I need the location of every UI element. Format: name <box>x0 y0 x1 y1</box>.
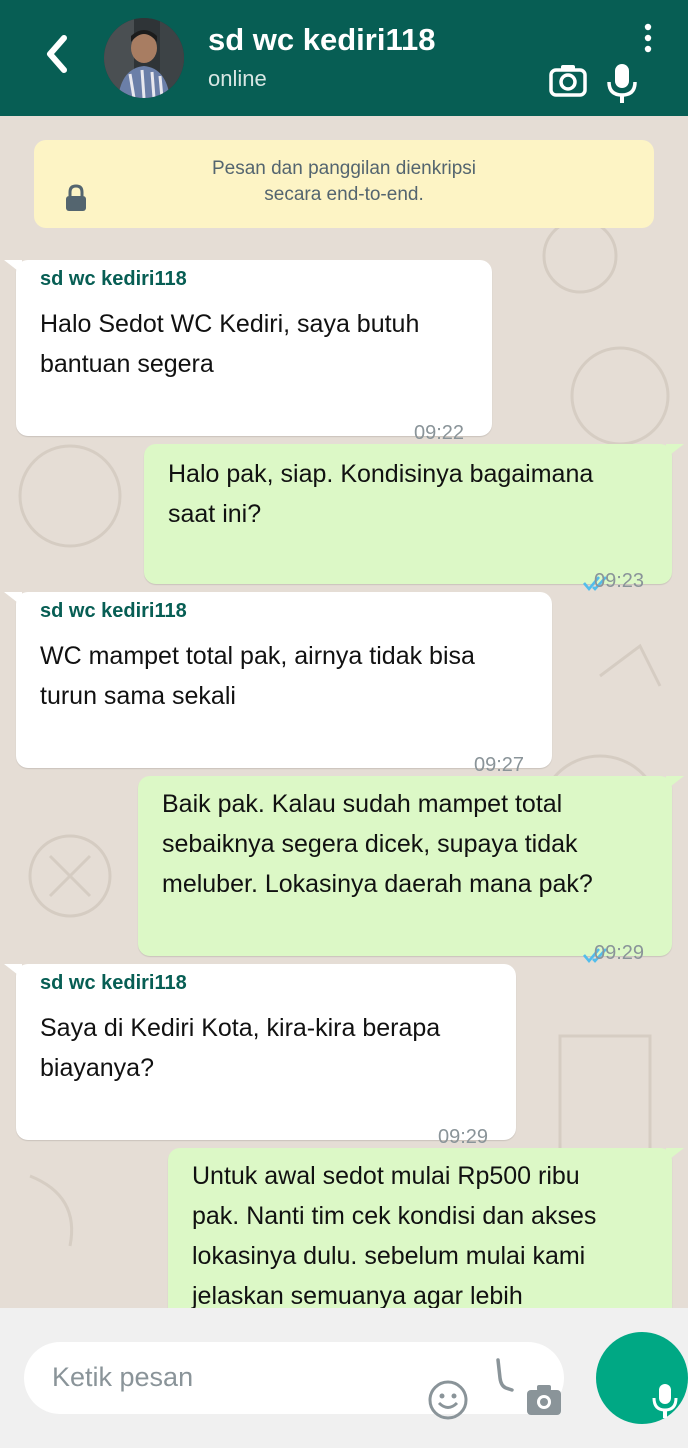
message-bubble-incoming[interactable]: sd wc kediri118 WC mampet total pak, air… <box>4 592 552 776</box>
bubble-tail <box>666 444 684 458</box>
message-text: Halo Sedot WC Kediri, saya butuh bantuan… <box>40 304 419 384</box>
voice-button[interactable] <box>604 62 640 104</box>
message-line: Halo Sedot WC Kediri, saya butuh <box>40 310 420 338</box>
message-line: lokasinya dulu. sebelum mulai kami <box>192 1242 586 1270</box>
message-time: 09:27 <box>474 754 525 776</box>
message-line: Untuk awal sedot mulai Rp500 ribu <box>192 1162 580 1190</box>
voice-record-button[interactable] <box>596 1332 688 1424</box>
message-text: Halo pak, siap. Kondisinya bagaimana saa… <box>168 454 593 534</box>
bubble-tail <box>4 260 22 274</box>
avatar-image <box>104 18 184 98</box>
mic-icon <box>652 1384 678 1418</box>
message-line: Saya di Kediri Kota, kira-kira berapa <box>40 1014 441 1042</box>
paperclip-icon <box>496 1358 514 1392</box>
message-input[interactable]: Ketik pesan <box>24 1342 564 1420</box>
attach-button[interactable] <box>492 1356 516 1398</box>
encryption-notice-line1: Pesan dan panggilan dienkripsi <box>211 158 477 179</box>
bubble-tail <box>666 776 684 790</box>
more-options-button[interactable] <box>638 22 658 54</box>
message-line: bantuan segera <box>40 350 214 378</box>
encryption-notice[interactable]: Pesan dan panggilan dienkripsi secara en… <box>34 140 654 228</box>
message-bubble-incoming[interactable]: sd wc kediri118 Saya di Kediri Kota, kir… <box>4 964 516 1148</box>
message-line: jelaskan semuanya agar lebih <box>192 1282 523 1308</box>
message-time: 09:29 <box>594 942 645 964</box>
message-line: sebaiknya segera dicek, supaya tidak <box>162 830 578 858</box>
message-bubble-outgoing[interactable]: Baik pak. Kalau sudah mampet total sebai… <box>138 776 684 964</box>
message-bubble-outgoing[interactable]: Halo pak, siap. Kondisinya bagaimana saa… <box>144 444 684 592</box>
message-line: pak. Nanti tim cek kondisi dan akses <box>192 1202 597 1230</box>
message-input-placeholder: Ketik pesan <box>52 1362 194 1392</box>
input-bar: Ketik pesan <box>0 1308 688 1448</box>
message-text: Untuk awal sedot mulai Rp500 ribu pak. N… <box>192 1156 596 1308</box>
message-line: saat ini? <box>168 500 262 528</box>
more-vert-icon <box>644 23 652 53</box>
lock-icon <box>66 184 86 211</box>
message-text: Saya di Kediri Kota, kira-kira berapa bi… <box>40 1008 440 1088</box>
contact-status: online <box>208 66 267 91</box>
message-bubble-incoming[interactable]: sd wc kediri118 Halo Sedot WC Kediri, sa… <box>4 260 492 444</box>
message-bubble-outgoing[interactable]: Untuk awal sedot mulai Rp500 ribu pak. N… <box>168 1148 684 1308</box>
message-time: 09:23 <box>594 570 645 592</box>
camera-icon <box>549 65 587 97</box>
bubble-tail <box>666 1148 684 1162</box>
message-sender: sd wc kediri118 <box>40 600 187 622</box>
message-line: WC mampet total pak, airnya tidak bisa <box>40 642 475 670</box>
emoji-button[interactable] <box>426 1378 470 1422</box>
input-camera-button[interactable] <box>524 1382 564 1418</box>
encryption-notice-line2: secara end-to-end. <box>264 184 424 205</box>
message-line: Halo pak, siap. Kondisinya bagaimana <box>168 460 594 488</box>
camera-button[interactable] <box>548 62 588 98</box>
message-text: Baik pak. Kalau sudah mampet total sebai… <box>162 784 593 904</box>
chat-area[interactable]: Pesan dan panggilan dienkripsi secara en… <box>0 116 688 1308</box>
message-line: turun sama sekali <box>40 682 236 710</box>
message-sender: sd wc kediri118 <box>40 972 187 994</box>
avatar[interactable] <box>104 18 184 98</box>
message-line: meluber. Lokasinya daerah mana pak? <box>162 870 593 898</box>
contact-name[interactable]: sd wc kediri118 <box>208 22 435 58</box>
bubble-tail <box>4 592 22 606</box>
chat-header: sd wc kediri118 online <box>0 0 688 116</box>
message-time: 09:22 <box>414 422 465 444</box>
emoji-icon <box>428 1380 468 1420</box>
message-line: Baik pak. Kalau sudah mampet total <box>162 790 563 818</box>
camera-icon <box>527 1385 561 1415</box>
chevron-left-icon <box>47 35 67 73</box>
back-button[interactable] <box>40 34 76 74</box>
mic-icon <box>607 64 637 103</box>
bubble-tail <box>4 964 22 978</box>
message-line: biayanya? <box>40 1054 154 1082</box>
message-sender: sd wc kediri118 <box>40 268 187 290</box>
message-time: 09:29 <box>438 1126 489 1148</box>
message-text: WC mampet total pak, airnya tidak bisa t… <box>40 636 475 716</box>
